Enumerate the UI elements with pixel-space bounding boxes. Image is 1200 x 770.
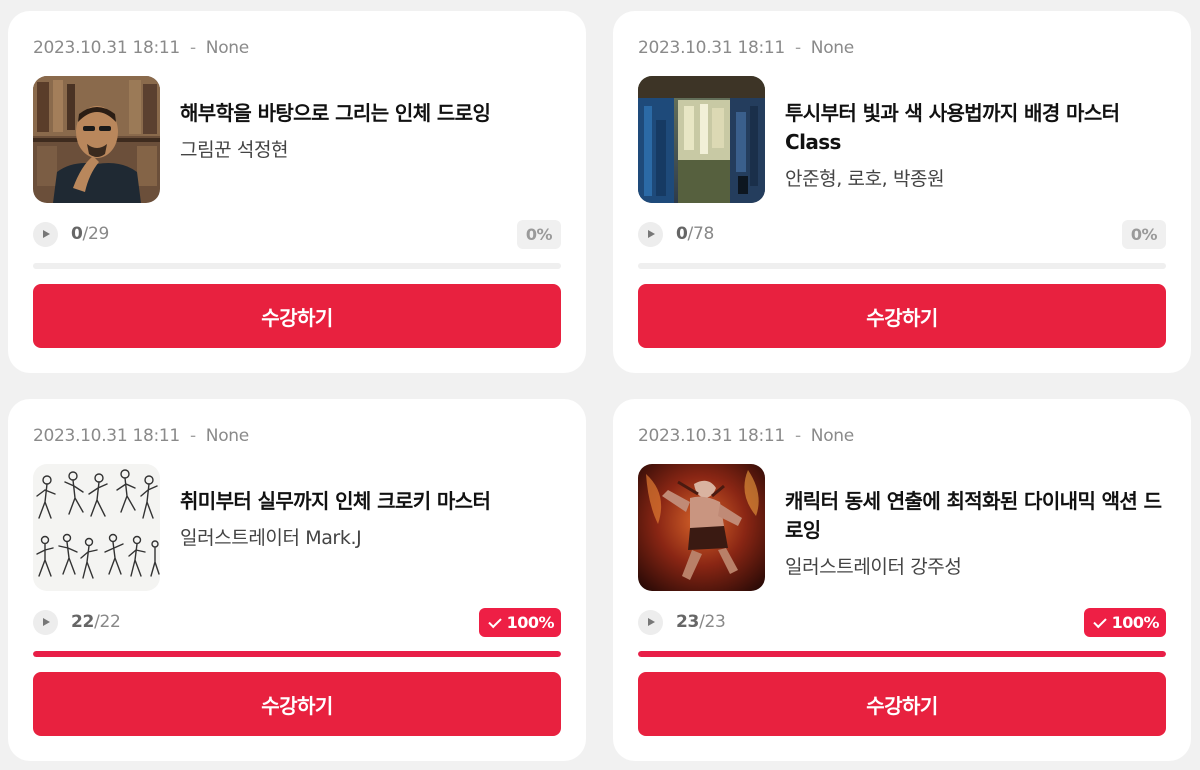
course-grid: 2023.10.31 18:11- None 해부학을 바탕으로 그리는 인체 … xyxy=(0,0,1200,770)
start-course-button[interactable]: 수강하기 xyxy=(33,672,561,736)
lesson-count: 0/78 xyxy=(676,224,714,244)
course-info: 해부학을 바탕으로 그리는 인체 드로잉 그림꾼 석정현 xyxy=(180,99,560,162)
course-thumbnail[interactable] xyxy=(638,464,765,591)
progress-bar xyxy=(33,651,561,657)
course-meta: 2023.10.31 18:11- None xyxy=(33,426,249,446)
course-status: None xyxy=(205,38,249,58)
course-title[interactable]: 취미부터 실무까지 인체 크로키 마스터 xyxy=(180,487,560,516)
play-icon xyxy=(33,610,58,635)
progress-percent-badge: 0% xyxy=(516,220,561,249)
lessons-total: /22 xyxy=(94,612,121,632)
lessons-total: /29 xyxy=(82,224,110,244)
thumbnail-anatomy-instructor-photo xyxy=(33,76,160,203)
lessons-completed: 23 xyxy=(676,612,700,632)
course-instructor: 안준형, 로호, 박종원 xyxy=(785,168,945,190)
meta-separator: - xyxy=(189,38,196,58)
meta-separator: - xyxy=(189,426,196,446)
course-card: 2023.10.31 18:11- None xyxy=(8,399,586,761)
progress-percent: 0% xyxy=(525,225,553,244)
lessons-completed: 22 xyxy=(71,612,95,632)
progress-percent: 100% xyxy=(1111,613,1160,632)
course-thumbnail[interactable] xyxy=(33,464,160,591)
lesson-count: 22/22 xyxy=(71,612,121,632)
lesson-progress-row: 0/78 0% xyxy=(638,220,1166,250)
check-icon xyxy=(487,614,502,629)
course-meta: 2023.10.31 18:11- None xyxy=(638,38,854,58)
enrolled-date: 2023.10.31 18:11 xyxy=(33,38,180,58)
course-title[interactable]: 캐릭터 동세 연출에 최적화된 다이내믹 액션 드로잉 xyxy=(785,487,1165,545)
thumbnail-croquis-sketch xyxy=(33,464,160,591)
progress-percent: 100% xyxy=(506,613,555,632)
progress-percent-badge: 100% xyxy=(1083,608,1166,637)
thumbnail-action-character xyxy=(638,464,765,591)
lessons-completed: 0 xyxy=(71,224,83,244)
course-title[interactable]: 투시부터 빛과 색 사용법까지 배경 마스터 Class xyxy=(785,99,1165,157)
play-icon xyxy=(638,222,663,247)
course-status: None xyxy=(205,426,249,446)
enrolled-date: 2023.10.31 18:11 xyxy=(638,38,785,58)
progress-bar xyxy=(33,263,561,269)
progress-bar-fill xyxy=(33,651,561,657)
course-meta: 2023.10.31 18:11- None xyxy=(33,38,249,58)
course-instructor: 일러스트레이터 Mark.J xyxy=(180,527,362,549)
course-info: 취미부터 실무까지 인체 크로키 마스터 일러스트레이터 Mark.J xyxy=(180,487,560,550)
lesson-count: 23/23 xyxy=(676,612,726,632)
course-status: None xyxy=(810,38,854,58)
course-status: None xyxy=(810,426,854,446)
play-icon xyxy=(33,222,58,247)
course-instructor: 그림꾼 석정현 xyxy=(180,139,289,161)
meta-separator: - xyxy=(794,38,801,58)
lessons-total: /23 xyxy=(699,612,726,632)
lessons-completed: 0 xyxy=(676,224,688,244)
course-instructor: 일러스트레이터 강주성 xyxy=(785,556,962,578)
progress-percent-badge: 0% xyxy=(1121,220,1166,249)
progress-percent-badge: 100% xyxy=(478,608,561,637)
lesson-progress-row: 23/23 100% xyxy=(638,608,1166,638)
course-title[interactable]: 해부학을 바탕으로 그리는 인체 드로잉 xyxy=(180,99,560,128)
course-card: 2023.10.31 18:11- None xyxy=(8,11,586,373)
start-course-button[interactable]: 수강하기 xyxy=(638,284,1166,348)
course-thumbnail[interactable] xyxy=(638,76,765,203)
progress-percent: 0% xyxy=(1130,225,1158,244)
progress-bar-fill xyxy=(638,651,1166,657)
thumbnail-background-scene xyxy=(638,76,765,203)
progress-bar xyxy=(638,651,1166,657)
course-info: 투시부터 빛과 색 사용법까지 배경 마스터 Class 안준형, 로호, 박종… xyxy=(785,99,1165,191)
play-icon xyxy=(638,610,663,635)
course-meta: 2023.10.31 18:11- None xyxy=(638,426,854,446)
course-info: 캐릭터 동세 연출에 최적화된 다이내믹 액션 드로잉 일러스트레이터 강주성 xyxy=(785,487,1165,579)
check-icon xyxy=(1092,614,1107,629)
course-thumbnail[interactable] xyxy=(33,76,160,203)
meta-separator: - xyxy=(794,426,801,446)
start-course-button[interactable]: 수강하기 xyxy=(638,672,1166,736)
lesson-progress-row: 0/29 0% xyxy=(33,220,561,250)
course-card: 2023.10.31 18:11- None xyxy=(613,399,1191,761)
progress-bar xyxy=(638,263,1166,269)
lesson-progress-row: 22/22 100% xyxy=(33,608,561,638)
enrolled-date: 2023.10.31 18:11 xyxy=(33,426,180,446)
lesson-count: 0/29 xyxy=(71,224,109,244)
start-course-button[interactable]: 수강하기 xyxy=(33,284,561,348)
course-card: 2023.10.31 18:11- None xyxy=(613,11,1191,373)
lessons-total: /78 xyxy=(687,224,715,244)
enrolled-date: 2023.10.31 18:11 xyxy=(638,426,785,446)
